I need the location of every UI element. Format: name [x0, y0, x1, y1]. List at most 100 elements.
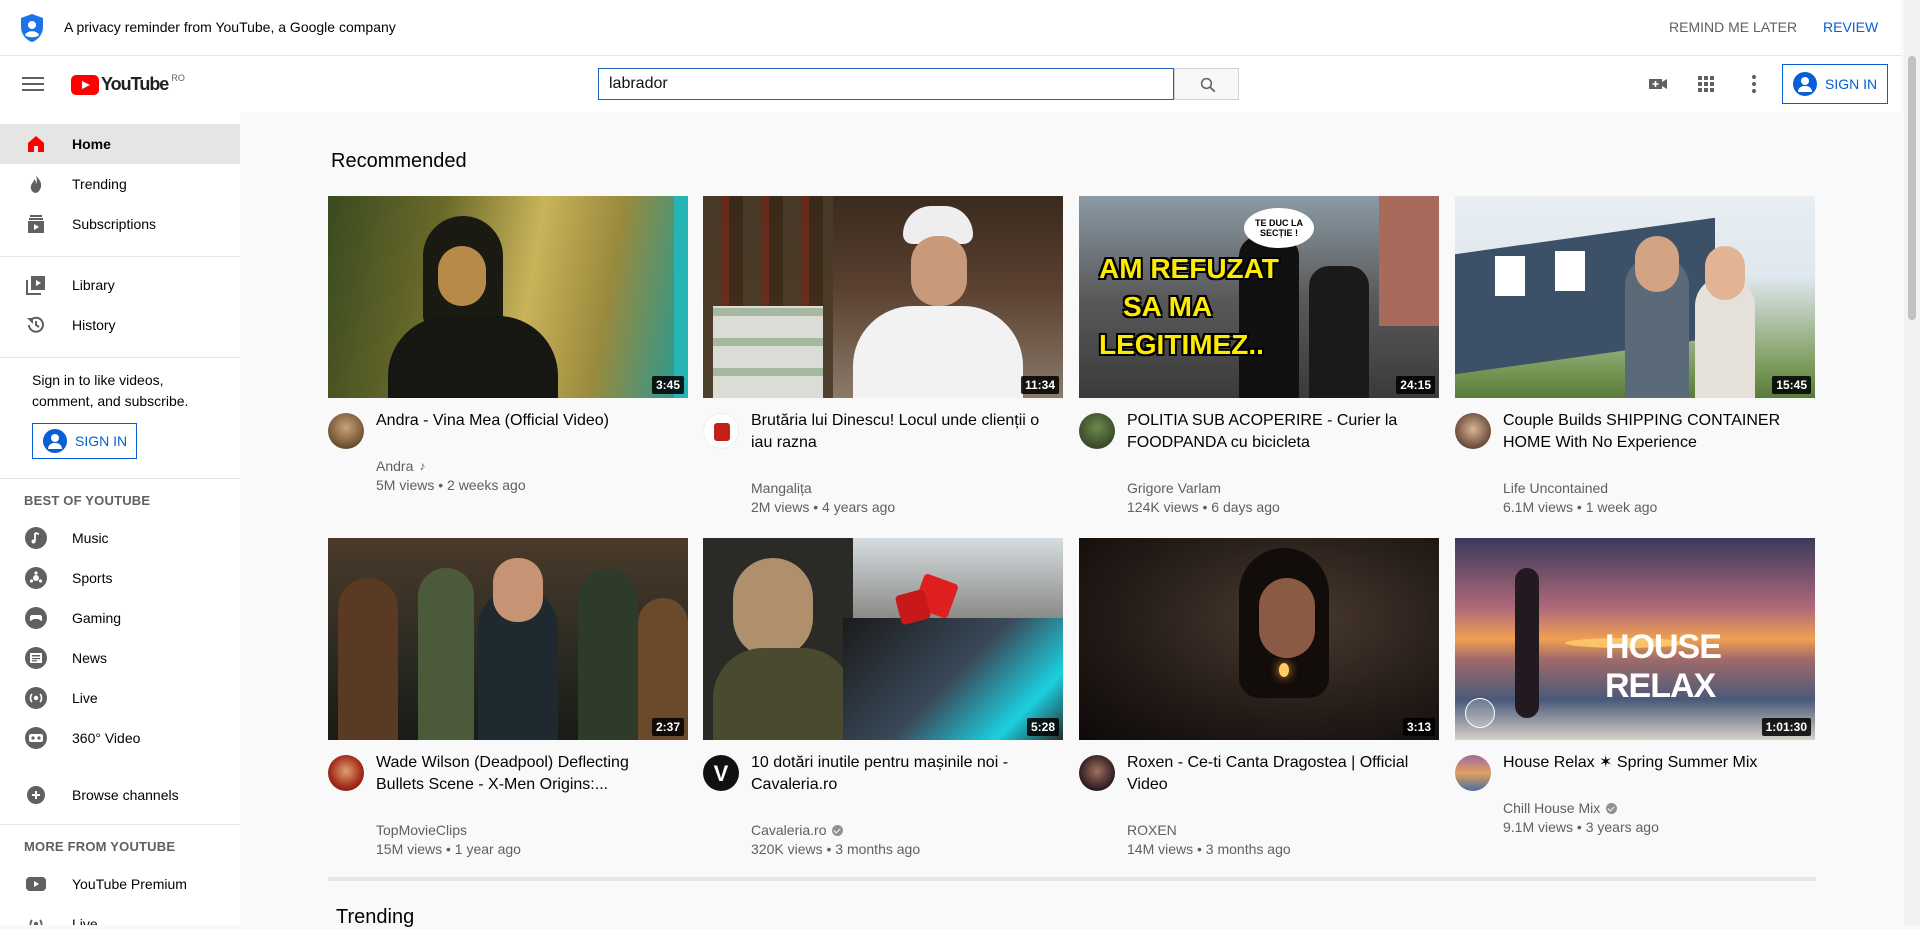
news-icon — [25, 647, 47, 669]
video-card[interactable]: 3:45 Andra - Vina Mea (Official Video) A… — [328, 196, 688, 516]
channel-name[interactable]: Chill House Mix — [1503, 800, 1618, 816]
sports-icon — [25, 567, 47, 589]
video-card[interactable]: HOUSE RELAX 1:01:30 House Relax ✶ Spring… — [1455, 538, 1815, 858]
sidebar-divider — [0, 256, 240, 257]
library-icon — [26, 276, 45, 295]
video-title[interactable]: Roxen - Ce-ti Canta Dragostea | Official… — [1127, 752, 1427, 796]
review-button[interactable]: REVIEW — [1823, 19, 1878, 35]
channel-label: Grigore Varlam — [1127, 480, 1221, 496]
remind-me-later-button[interactable]: REMIND ME LATER — [1669, 19, 1797, 35]
sidebar-item-history[interactable]: History — [0, 305, 240, 345]
video-card[interactable]: 11:34 Brutăria lui Dinescu! Locul unde c… — [703, 196, 1063, 516]
scrollbar-thumb[interactable] — [1908, 56, 1916, 320]
sidebar-item-subscriptions[interactable]: Subscriptions — [0, 204, 240, 244]
video-thumbnail[interactable]: 3:13 — [1079, 538, 1439, 740]
video-title[interactable]: Couple Builds SHIPPING CONTAINER HOME Wi… — [1503, 410, 1803, 454]
video-thumbnail[interactable]: 2:37 — [328, 538, 688, 740]
video-duration: 3:45 — [651, 376, 684, 394]
sidebar-divider — [0, 824, 240, 825]
sidebar-item-browse-channels[interactable]: Browse channels — [0, 775, 240, 815]
video-card[interactable]: 5:28 V 10 dotări inutile pentru mașinile… — [703, 538, 1063, 858]
sidebar-item-360-video[interactable]: 360° Video — [0, 718, 240, 758]
sidebar-item-label: Live — [72, 916, 98, 925]
video-card[interactable]: 2:37 Wade Wilson (Deadpool) Deflecting B… — [328, 538, 688, 858]
channel-label: Andra — [376, 458, 414, 474]
video-thumbnail[interactable]: 15:45 — [1455, 196, 1815, 398]
video-title[interactable]: Andra - Vina Mea (Official Video) — [376, 410, 676, 432]
search-input[interactable]: labrador — [598, 68, 1174, 100]
channel-name[interactable]: ROXEN — [1127, 822, 1177, 838]
channel-avatar[interactable] — [328, 413, 364, 449]
sidebar-item-label: Library — [72, 277, 115, 293]
sidebar-sign-in-button[interactable]: SIGN IN — [32, 423, 137, 459]
youtube-logo[interactable]: YouTube RO — [71, 73, 185, 95]
video-title[interactable]: House Relax ✶ Spring Summer Mix — [1503, 752, 1803, 774]
sidebar-item-music[interactable]: Music — [0, 518, 240, 558]
sidebar-item-label: Live — [72, 690, 98, 706]
section-title-recommended: Recommended — [331, 150, 467, 172]
sidebar-item-news[interactable]: News — [0, 638, 240, 678]
sidebar-item-gaming[interactable]: Gaming — [0, 598, 240, 638]
search-button[interactable] — [1174, 68, 1239, 100]
video-meta: 14M views • 3 months ago — [1127, 841, 1291, 857]
sidebar-item-live-more[interactable]: Live — [0, 904, 240, 925]
channel-name[interactable]: Cavaleria.ro — [751, 822, 844, 838]
video-card[interactable]: AM REFUZAT SA MA LEGITIMEZ.. TE DUC LA S… — [1079, 196, 1439, 516]
thumbnail-caption: HOUSE RELAX — [1605, 628, 1722, 705]
channel-name[interactable]: Grigore Varlam — [1127, 480, 1221, 496]
sidebar-item-label: News — [72, 650, 108, 666]
video-title[interactable]: Wade Wilson (Deadpool) Deflecting Bullet… — [376, 752, 676, 796]
sidebar-item-label: Gaming — [72, 610, 122, 626]
sidebar-item-label: 360° Video — [72, 730, 141, 746]
video-card[interactable]: 15:45 Couple Builds SHIPPING CONTAINER H… — [1455, 196, 1815, 516]
add-circle-icon — [27, 786, 45, 804]
channel-avatar[interactable] — [703, 413, 739, 449]
video-title[interactable]: 10 dotări inutile pentru mașinile noi - … — [751, 752, 1051, 796]
video-thumbnail[interactable]: AM REFUZAT SA MA LEGITIMEZ.. TE DUC LA S… — [1079, 196, 1439, 398]
page-scrollbar[interactable] — [1904, 0, 1920, 925]
video-thumbnail[interactable]: HOUSE RELAX 1:01:30 — [1455, 538, 1815, 740]
sidebar-item-label: Sports — [72, 570, 113, 586]
channel-avatar[interactable] — [1079, 413, 1115, 449]
video-title[interactable]: Brutăria lui Dinescu! Locul unde clienți… — [751, 410, 1051, 454]
video-camera-icon[interactable] — [1646, 72, 1670, 96]
video-thumbnail[interactable]: 5:28 — [703, 538, 1063, 740]
channel-avatar[interactable] — [1455, 755, 1491, 791]
apps-grid-icon[interactable] — [1694, 72, 1718, 96]
sign-in-label: SIGN IN — [1825, 76, 1878, 92]
sidebar-item-label: Music — [72, 530, 109, 546]
channel-name[interactable]: TopMovieClips — [376, 822, 467, 838]
sidebar-item-label: Home — [72, 136, 111, 152]
video-meta: 5M views • 2 weeks ago — [376, 477, 526, 493]
sidebar-item-home[interactable]: Home — [0, 124, 240, 164]
channel-label: Life Uncontained — [1503, 480, 1609, 496]
video-meta: 320K views • 3 months ago — [751, 841, 921, 857]
sidebar: Home Trending Subscriptions Library Hist… — [0, 112, 240, 925]
verified-check-icon — [832, 824, 844, 836]
privacy-reminder-text: A privacy reminder from YouTube, a Googl… — [64, 19, 396, 35]
channel-name[interactable]: Andra ♪ — [376, 458, 425, 474]
video-card[interactable]: 3:13 Roxen - Ce-ti Canta Dragostea | Off… — [1079, 538, 1439, 858]
sidebar-item-trending[interactable]: Trending — [0, 164, 240, 204]
sidebar-item-label: Subscriptions — [72, 216, 157, 232]
sign-in-button[interactable]: SIGN IN — [1782, 64, 1888, 104]
sidebar-item-youtube-premium[interactable]: YouTube Premium — [0, 864, 240, 904]
sidebar-item-live[interactable]: Live — [0, 678, 240, 718]
more-vert-icon[interactable] — [1742, 72, 1766, 96]
search-icon — [1200, 77, 1216, 93]
channel-avatar[interactable] — [1455, 413, 1491, 449]
channel-avatar[interactable] — [328, 755, 364, 791]
channel-avatar[interactable] — [1079, 755, 1115, 791]
channel-avatar[interactable]: V — [703, 755, 739, 791]
video-thumbnail[interactable]: 11:34 — [703, 196, 1063, 398]
logo-text: YouTube — [101, 74, 169, 94]
video-thumbnail[interactable]: 3:45 — [328, 196, 688, 398]
channel-name[interactable]: Mangalița — [751, 480, 812, 496]
thumbnail-caption: LEGITIMEZ.. — [1099, 329, 1264, 360]
video-title[interactable]: POLITIA SUB ACOPERIRE - Curier la FOODPA… — [1127, 410, 1427, 454]
sidebar-item-sports[interactable]: Sports — [0, 558, 240, 598]
menu-icon[interactable] — [22, 74, 44, 94]
channel-name[interactable]: Life Uncontained — [1503, 480, 1608, 496]
video-duration: 24:15 — [1396, 376, 1435, 394]
sidebar-item-library[interactable]: Library — [0, 265, 240, 305]
